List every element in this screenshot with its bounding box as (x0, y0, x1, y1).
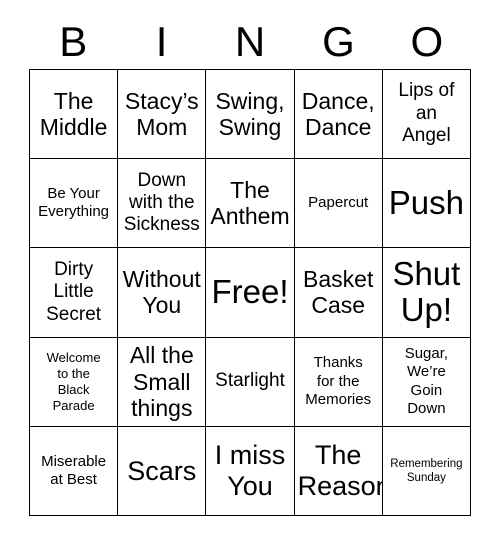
bingo-grid: The Middle Stacy’s Mom Swing, Swing Danc… (29, 69, 471, 516)
bingo-cell[interactable]: Sugar, We’re Goin Down (382, 337, 471, 427)
bingo-cell-label: Remembering Sunday (390, 457, 463, 484)
header-letter-text: B (59, 17, 88, 65)
bingo-cell[interactable]: The Anthem (206, 159, 295, 249)
bingo-cell-label: Without You (122, 266, 201, 319)
bingo-cell-label: Miserable at Best (41, 452, 107, 488)
bingo-card: B I N G O The Middle Stacy’s Mom Swing, … (0, 0, 500, 544)
bingo-header-letter-g: G (294, 14, 382, 69)
header-letter-text: O (410, 17, 444, 65)
header-letter-text: I (155, 17, 168, 65)
bingo-header-letter-b: B (29, 14, 117, 69)
bingo-cell-label: Be Your Everything (38, 184, 110, 221)
bingo-header-letter-i: I (117, 14, 205, 69)
bingo-cell[interactable]: All the Small things (118, 337, 207, 427)
bingo-cell-label: Starlight (215, 370, 285, 392)
bingo-cell-label: Down with the Sickness (123, 169, 200, 236)
bingo-cell[interactable]: The Middle (30, 70, 119, 160)
bingo-cell-label: Stacy’s Mom (124, 87, 199, 141)
bingo-cell-label: Swing, Swing (215, 87, 285, 141)
bingo-cell[interactable]: Scars (118, 426, 207, 516)
bingo-cell-label: Thanks for the Memories (305, 354, 372, 408)
bingo-cell[interactable]: Dirty Little Secret (30, 248, 119, 338)
bingo-cell[interactable]: Lips of an Angel (382, 70, 471, 160)
bingo-cell-label: Lips of an Angel (398, 80, 455, 147)
bingo-cell[interactable]: Without You (118, 248, 207, 338)
bingo-cell[interactable]: Miserable at Best (30, 426, 119, 516)
header-letter-text: G (322, 17, 355, 65)
bingo-cell-label: Push (388, 183, 464, 221)
bingo-cell-label: Welcome to the Black Parade (46, 349, 101, 413)
bingo-cell[interactable]: Starlight (206, 337, 295, 427)
header-letter-text: N (234, 17, 266, 65)
bingo-cell-label: The Reason (297, 440, 383, 501)
bingo-cell[interactable]: Push (382, 159, 471, 249)
bingo-cell[interactable]: Basket Case (294, 248, 383, 338)
bingo-cell-free-space[interactable]: Free! (206, 248, 295, 338)
bingo-cell[interactable]: Be Your Everything (30, 159, 119, 249)
bingo-cell[interactable]: Down with the Sickness (118, 159, 207, 249)
bingo-cell[interactable]: Papercut (294, 159, 383, 249)
bingo-cell-label: Scars (127, 455, 197, 486)
bingo-header-letter-o: O (383, 14, 471, 69)
bingo-cell-label: I miss You (214, 440, 286, 501)
bingo-cell-label: Free! (211, 273, 289, 311)
bingo-cell[interactable]: Remembering Sunday (382, 426, 471, 516)
bingo-cell-label: Papercut (308, 194, 369, 212)
bingo-cell-label: Dance, Dance (301, 87, 375, 141)
bingo-header-letter-n: N (206, 14, 294, 69)
bingo-cell-label: Sugar, We’re Goin Down (404, 345, 449, 417)
bingo-cell-label: Dirty Little Secret (46, 258, 102, 325)
bingo-cell[interactable]: Stacy’s Mom (118, 70, 207, 160)
bingo-cell[interactable]: The Reason (294, 426, 383, 516)
bingo-cell[interactable]: Swing, Swing (206, 70, 295, 160)
bingo-cell[interactable]: Thanks for the Memories (294, 337, 383, 427)
bingo-cell[interactable]: Shut Up! (382, 248, 471, 338)
bingo-cell[interactable]: I miss You (206, 426, 295, 516)
bingo-cell[interactable]: Welcome to the Black Parade (30, 337, 119, 427)
bingo-cell-label: The Middle (39, 87, 108, 141)
bingo-cell-label: Basket Case (303, 266, 374, 319)
bingo-cell[interactable]: Dance, Dance (294, 70, 383, 160)
bingo-cell-label: The Anthem (210, 177, 290, 230)
bingo-header-row: B I N G O (29, 14, 471, 69)
bingo-cell-label: All the Small things (129, 342, 194, 421)
bingo-cell-label: Shut Up! (392, 254, 461, 329)
